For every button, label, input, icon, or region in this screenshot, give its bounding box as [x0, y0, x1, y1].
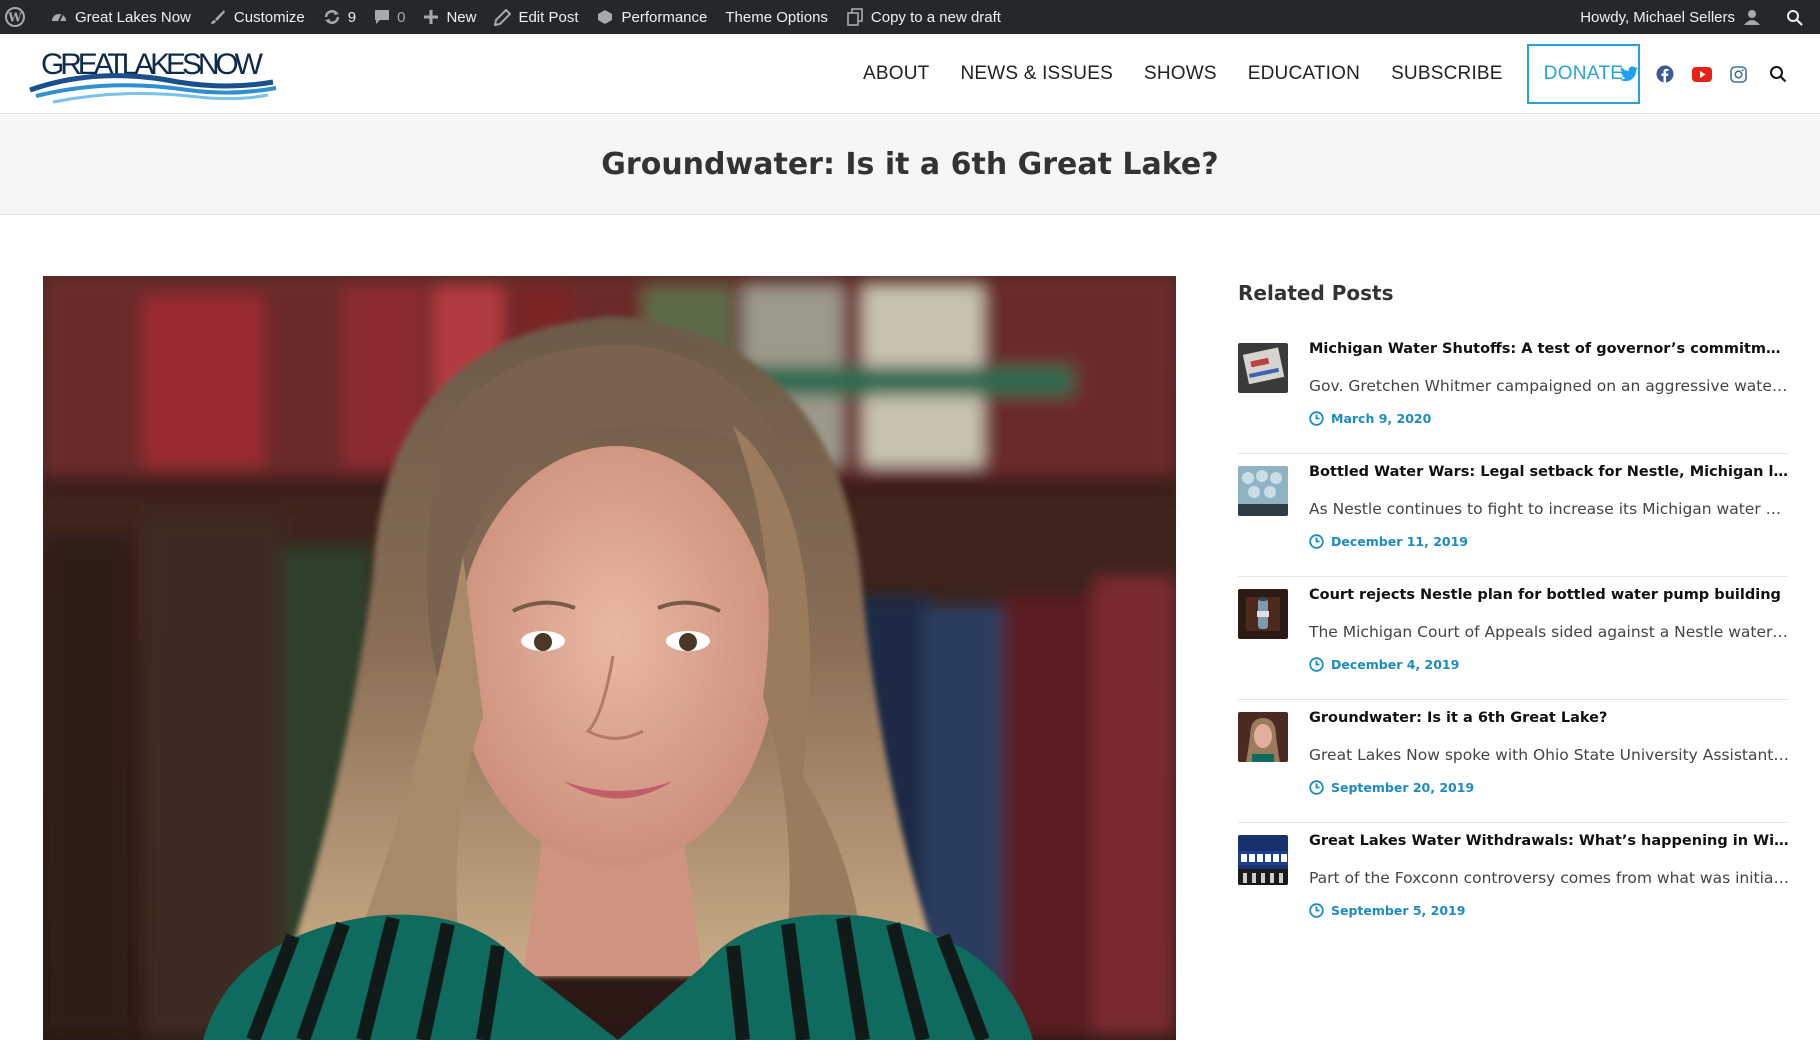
featured-image [43, 276, 1176, 1040]
post-date: December 4, 2019 [1309, 657, 1459, 672]
post-date: December 11, 2019 [1309, 534, 1468, 549]
post-excerpt: The Michigan Court of Appeals sided agai… [1309, 623, 1789, 641]
page-title-band: Groundwater: Is it a 6th Great Lake? [0, 114, 1820, 215]
post-excerpt: Gov. Gretchen Whitmer campaigned on an a… [1309, 377, 1789, 395]
nav-about[interactable]: ABOUT [863, 63, 929, 85]
pencil-icon [494, 8, 512, 26]
related-posts-heading: Related Posts [1238, 281, 1394, 305]
clock-icon [1309, 903, 1324, 918]
updates-icon [324, 10, 339, 24]
clock-icon [1309, 411, 1324, 426]
post-thumbnail[interactable] [1238, 835, 1288, 885]
performance-icon [598, 10, 613, 24]
admin-theme-options-label: Theme Options [725, 8, 828, 26]
post-date: September 20, 2019 [1309, 780, 1474, 795]
admin-comments-count: 0 [397, 8, 406, 26]
post-thumbnail[interactable] [1238, 589, 1288, 639]
post-date-label: September 20, 2019 [1331, 780, 1475, 795]
admin-edit-post-label: Edit Post [518, 8, 579, 26]
post-title[interactable]: Bottled Water Wars: Legal setback for Ne… [1309, 464, 1789, 480]
instagram-icon[interactable] [1730, 65, 1747, 83]
social-links [1620, 34, 1787, 114]
admin-copy-draft[interactable]: Copy to a new draft [837, 0, 1010, 34]
clock-icon [1309, 657, 1324, 672]
post-title[interactable]: Court rejects Nestle plan for bottled wa… [1309, 587, 1789, 603]
post-date-label: December 4, 2019 [1331, 657, 1460, 672]
admin-edit-post[interactable]: Edit Post [485, 0, 587, 34]
admin-performance[interactable]: Performance [587, 0, 716, 34]
wordpress-logo-icon[interactable]: W [0, 0, 41, 34]
related-post-item[interactable]: Michigan Water Shutoffs: A test of gover… [1238, 331, 1789, 454]
search-icon[interactable] [1769, 65, 1787, 83]
dashboard-icon [52, 14, 66, 22]
post-title[interactable]: Michigan Water Shutoffs: A test of gover… [1309, 341, 1789, 357]
post-thumbnail[interactable] [1238, 712, 1288, 762]
related-post-item[interactable]: Groundwater: Is it a 6th Great Lake? Gre… [1238, 700, 1789, 823]
related-post-item[interactable]: Bottled Water Wars: Legal setback for Ne… [1238, 454, 1789, 577]
admin-theme-options[interactable]: Theme Options [716, 0, 837, 34]
user-icon [1744, 10, 1760, 25]
nav-education[interactable]: EDUCATION [1248, 63, 1360, 85]
admin-account[interactable]: Howdy, Michael Sellers [1571, 0, 1777, 34]
post-date-label: September 5, 2019 [1331, 903, 1466, 918]
admin-new-label: New [446, 8, 477, 26]
main-nav: ABOUT NEWS & ISSUES SHOWS EDUCATION SUBS… [863, 34, 1641, 114]
admin-copy-draft-label: Copy to a new draft [870, 8, 1001, 26]
post-title[interactable]: Great Lakes Water Withdrawals: What’s ha… [1309, 833, 1789, 849]
post-thumbnail[interactable] [1238, 343, 1288, 393]
svg-text:W: W [7, 11, 22, 25]
admin-site-name-label: Great Lakes Now [75, 8, 191, 26]
brush-icon [210, 10, 225, 24]
post-date: September 5, 2019 [1309, 903, 1465, 918]
nav-shows[interactable]: SHOWS [1144, 63, 1217, 85]
admin-updates-count: 9 [347, 8, 357, 26]
admin-comments[interactable]: 0 [365, 0, 414, 34]
post-excerpt: Part of the Foxconn controversy comes fr… [1309, 869, 1789, 887]
related-post-item[interactable]: Great Lakes Water Withdrawals: What’s ha… [1238, 823, 1789, 946]
nav-subscribe[interactable]: SUBSCRIBE [1391, 63, 1503, 85]
post-thumbnail[interactable] [1238, 466, 1288, 516]
page-title: Groundwater: Is it a 6th Great Lake? [601, 146, 1219, 182]
admin-customize[interactable]: Customize [200, 0, 314, 34]
admin-howdy-label: Howdy, Michael Sellers [1580, 8, 1735, 26]
post-excerpt: As Nestle continues to fight to increase… [1309, 500, 1789, 518]
admin-site-name[interactable]: Great Lakes Now [41, 0, 200, 34]
facebook-icon[interactable] [1656, 65, 1674, 83]
copy-icon [847, 8, 863, 26]
related-post-item[interactable]: Court rejects Nestle plan for bottled wa… [1238, 577, 1789, 700]
wp-admin-bar: W Great Lakes Now Customize 9 0 New Edit… [0, 0, 1820, 34]
post-date-label: December 11, 2019 [1331, 534, 1468, 549]
post-date: March 9, 2020 [1309, 411, 1431, 426]
admin-updates[interactable]: 9 [314, 0, 365, 34]
youtube-icon[interactable] [1692, 66, 1712, 82]
post-title[interactable]: Groundwater: Is it a 6th Great Lake? [1309, 710, 1789, 726]
clock-icon [1309, 780, 1324, 795]
clock-icon [1309, 534, 1324, 549]
admin-search-icon[interactable] [1777, 0, 1820, 34]
admin-new[interactable]: New [414, 0, 485, 34]
site-logo[interactable]: GREATLAKESNOW [28, 44, 278, 106]
post-date-label: March 9, 2020 [1331, 411, 1432, 426]
related-posts: Related Posts Michigan Water Shutoffs: A… [1238, 276, 1789, 946]
admin-performance-label: Performance [621, 8, 708, 26]
post-excerpt: Great Lakes Now spoke with Ohio State Un… [1309, 746, 1789, 764]
comment-icon [375, 10, 390, 24]
admin-customize-label: Customize [233, 8, 305, 26]
site-header: GREATLAKESNOW ABOUT NEWS & ISSUES SHOWS … [0, 34, 1820, 114]
nav-news-issues[interactable]: NEWS & ISSUES [960, 63, 1113, 85]
twitter-icon[interactable] [1620, 66, 1638, 82]
plus-icon [424, 10, 439, 24]
